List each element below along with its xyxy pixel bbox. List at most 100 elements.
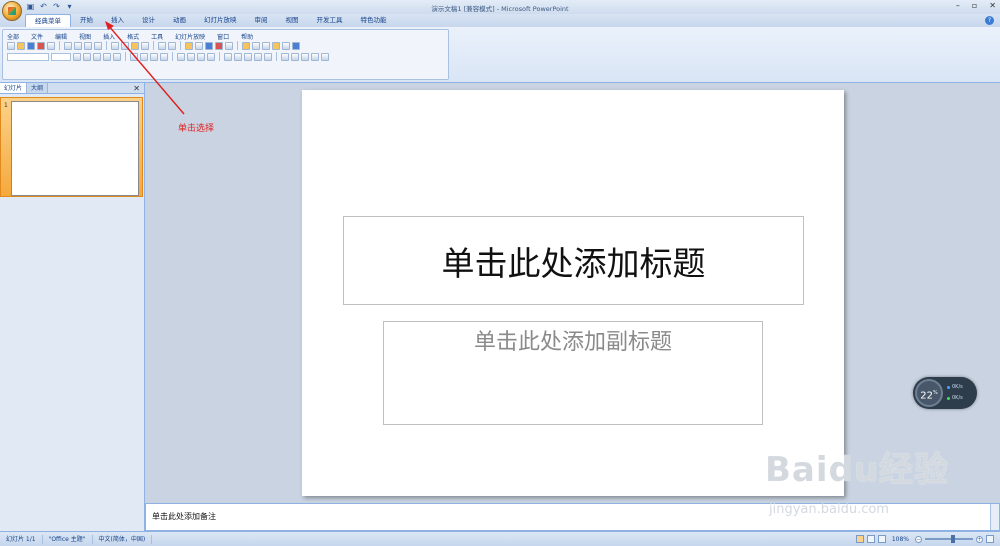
zoom-in-icon[interactable]: + [976, 535, 983, 543]
strikethrough-icon[interactable] [103, 52, 111, 61]
help-icon[interactable]: ? [985, 16, 994, 25]
pane-close-icon[interactable]: ✕ [133, 84, 140, 93]
font-size-down-icon[interactable] [234, 52, 242, 61]
tab-review[interactable]: 审阅 [246, 14, 277, 27]
network-monitor-widget[interactable]: 22% 0K/s 0K/s [913, 377, 977, 409]
tab-features[interactable]: 特色功能 [352, 14, 396, 27]
menu-window[interactable]: 窗口 [217, 32, 229, 41]
hyperlink-icon[interactable] [205, 41, 213, 50]
redo-icon[interactable]: ↷ [52, 2, 61, 11]
indent-icon[interactable] [254, 52, 262, 61]
tab-home[interactable]: 开始 [71, 14, 102, 27]
bullets-icon[interactable] [207, 52, 215, 61]
italic-icon[interactable] [83, 52, 91, 61]
notes-placeholder[interactable]: 单击此处添加备注 [152, 511, 216, 522]
bold-icon[interactable] [73, 52, 81, 61]
layout-icon[interactable] [252, 41, 260, 50]
open-icon[interactable] [17, 41, 25, 50]
research-icon[interactable] [94, 41, 102, 50]
shadow-icon[interactable] [113, 52, 121, 61]
font-size-up-icon[interactable] [224, 52, 232, 61]
menu-insert[interactable]: 插入 [103, 32, 115, 41]
tab-classic-menu[interactable]: 经典菜单 [25, 14, 71, 27]
zoom-slider-thumb[interactable] [951, 535, 955, 543]
arrange-icon[interactable] [291, 52, 299, 61]
line-color-icon[interactable] [311, 52, 319, 61]
menu-file[interactable]: 文件 [31, 32, 43, 41]
menu-format[interactable]: 格式 [127, 32, 139, 41]
slide-thumbnail-selected[interactable]: 1 [0, 97, 143, 197]
email-icon[interactable] [47, 41, 55, 50]
menu-slideshow[interactable]: 幻灯片放映 [175, 32, 205, 41]
shapes-icon[interactable] [281, 52, 289, 61]
tab-slideshow[interactable]: 幻灯片放映 [195, 14, 246, 27]
slideshow-view-icon[interactable] [877, 535, 886, 543]
help-toolbar-icon[interactable] [292, 41, 300, 50]
tab-view[interactable]: 视图 [277, 14, 308, 27]
office-button[interactable] [2, 1, 22, 21]
normal-view-icon[interactable] [855, 535, 864, 543]
title-placeholder[interactable]: 单击此处添加标题 [343, 216, 804, 305]
folder-icon[interactable] [272, 41, 280, 50]
menu-help[interactable]: 帮助 [241, 32, 253, 41]
align-left-icon[interactable] [130, 52, 138, 61]
language[interactable]: 中文(简体，中国) [93, 534, 153, 544]
minimize-button[interactable]: – [956, 1, 960, 10]
undo-icon[interactable] [158, 41, 166, 50]
fit-window-icon[interactable] [986, 535, 994, 543]
numbering-icon[interactable] [197, 52, 205, 61]
subtitle-placeholder[interactable]: 单击此处添加副标题 [383, 321, 763, 425]
menu-tools[interactable]: 工具 [151, 32, 163, 41]
redo-icon[interactable] [168, 41, 176, 50]
notes-scrollbar[interactable] [990, 504, 999, 530]
zoom-out-icon[interactable]: − [915, 535, 922, 543]
slide-sorter-icon[interactable] [866, 535, 875, 543]
customize-icon[interactable]: ▾ [65, 2, 74, 11]
paste-icon[interactable] [131, 41, 139, 50]
justify-icon[interactable] [160, 52, 168, 61]
permission-icon[interactable] [37, 41, 45, 50]
tab-insert[interactable]: 插入 [102, 14, 133, 27]
font-color-icon[interactable] [262, 41, 270, 50]
save-icon[interactable]: ▣ [26, 2, 35, 11]
copy-icon[interactable] [121, 41, 129, 50]
format-painter-icon[interactable] [141, 41, 149, 50]
chart-icon[interactable] [185, 41, 193, 50]
slide[interactable]: 单击此处添加标题 单击此处添加副标题 [302, 90, 844, 496]
columns-icon[interactable] [187, 52, 195, 61]
close-button[interactable]: ✕ [989, 1, 996, 10]
print-preview-icon[interactable] [74, 41, 82, 50]
tab-animation[interactable]: 动画 [164, 14, 195, 27]
spelling-icon[interactable] [84, 41, 92, 50]
textbox-icon[interactable] [225, 41, 233, 50]
tab-slides[interactable]: 幻灯片 [0, 83, 28, 93]
zoom-icon[interactable] [282, 41, 290, 50]
print-icon[interactable] [64, 41, 72, 50]
underline-icon[interactable] [93, 52, 101, 61]
outdent-icon[interactable] [264, 52, 272, 61]
effects-icon[interactable] [321, 52, 329, 61]
new-icon[interactable] [7, 41, 15, 50]
save-icon[interactable] [27, 41, 35, 50]
new-slide-icon[interactable] [242, 41, 250, 50]
font-size-combo[interactable] [51, 52, 71, 61]
text-direction-icon[interactable] [244, 52, 252, 61]
tab-design[interactable]: 设计 [133, 14, 164, 27]
table-icon[interactable] [195, 41, 203, 50]
zoom-slider[interactable] [925, 535, 973, 543]
menu-all[interactable]: 全部 [7, 32, 19, 41]
maximize-button[interactable]: ▫ [972, 1, 977, 10]
menu-edit[interactable]: 编辑 [55, 32, 67, 41]
picture-icon[interactable] [215, 41, 223, 50]
font-name-combo[interactable] [7, 52, 49, 61]
zoom-level[interactable]: 108% [889, 536, 912, 543]
tab-outline[interactable]: 大纲 [27, 83, 49, 93]
align-right-icon[interactable] [150, 52, 158, 61]
line-spacing-icon[interactable] [177, 52, 185, 61]
align-center-icon[interactable] [140, 52, 148, 61]
menu-view[interactable]: 视图 [79, 32, 91, 41]
undo-icon[interactable]: ↶ [39, 2, 48, 11]
slide-thumbnail[interactable] [11, 101, 139, 196]
fill-icon[interactable] [301, 52, 309, 61]
tab-developer[interactable]: 开发工具 [308, 14, 352, 27]
